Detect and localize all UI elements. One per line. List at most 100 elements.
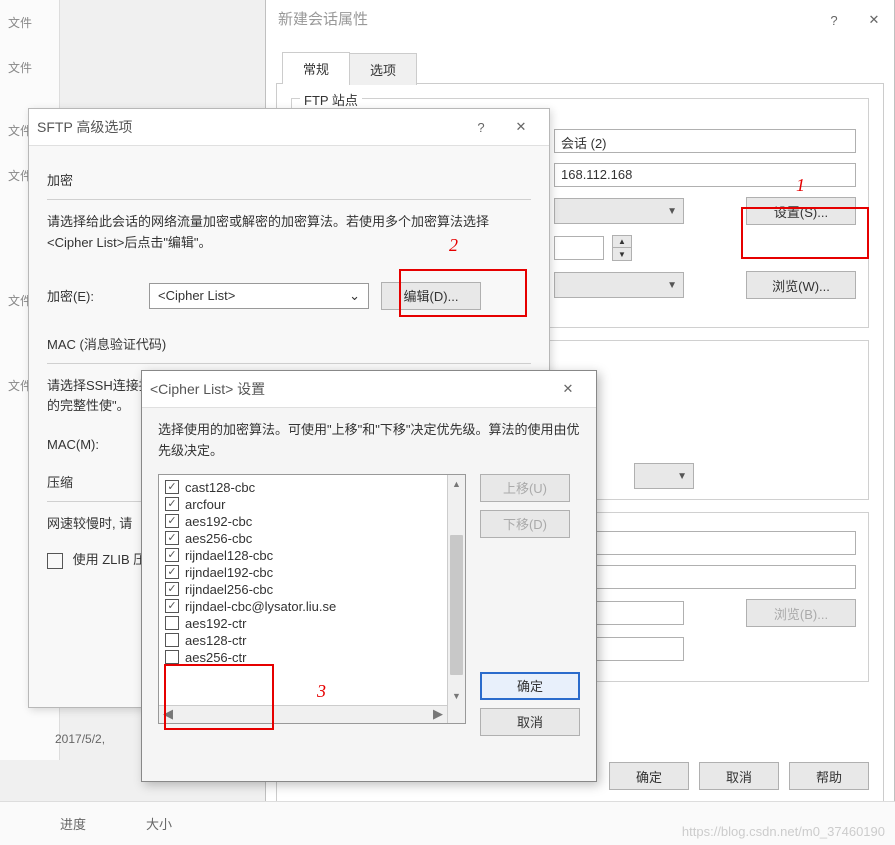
checkbox-icon[interactable]: ✓ <box>165 531 179 545</box>
ok-button[interactable]: 确定 <box>609 762 689 790</box>
close-icon[interactable]: ✕ <box>501 115 541 139</box>
annotation-label-1: 1 <box>796 175 805 196</box>
mac-section-title: MAC (消息验证代码) <box>47 334 531 353</box>
zlib-checkbox[interactable] <box>47 553 63 569</box>
dialog-title: SFTP 高级选项 <box>37 117 132 137</box>
session-name-input[interactable]: 会话 (2) <box>554 129 856 153</box>
checkbox-icon[interactable] <box>165 633 179 647</box>
help-button[interactable]: 帮助 <box>789 762 869 790</box>
sidebar-item: 文件 <box>0 45 59 90</box>
mac-label: MAC(M): <box>47 437 137 452</box>
cipher-item-label: aes192-ctr <box>185 616 246 631</box>
cipher-item[interactable]: aes192-ctr <box>161 615 445 632</box>
help-icon[interactable]: ? <box>461 115 501 139</box>
status-progress: 进度 <box>60 814 86 833</box>
annotation-label-3: 3 <box>317 681 326 702</box>
cipher-list-dialog: <Cipher List> 设置 ✕ 选择使用的加密算法。可使用"上移"和"下移… <box>141 370 597 782</box>
close-icon[interactable]: ✕ <box>854 8 894 32</box>
cipher-item-label: aes256-ctr <box>185 650 246 665</box>
vertical-scrollbar[interactable]: ▲ ▼ <box>447 475 465 723</box>
cipher-item[interactable]: ✓ aes192-cbc <box>161 513 445 530</box>
scroll-down-icon[interactable]: ▼ <box>448 687 465 705</box>
cipher-combo-value: <Cipher List> <box>158 288 235 303</box>
cipher-item-label: aes256-cbc <box>185 531 252 546</box>
cipher-item-label: arcfour <box>185 497 225 512</box>
sidebar-item: 文件 <box>0 0 59 45</box>
close-icon[interactable]: ✕ <box>548 377 588 401</box>
cipher-item[interactable]: ✓ rijndael256-cbc <box>161 581 445 598</box>
edit-button[interactable]: 编辑(D)... <box>381 282 481 310</box>
help-icon[interactable]: ? <box>814 8 854 32</box>
cipher-item-label: aes192-cbc <box>185 514 252 529</box>
status-size: 大小 <box>146 814 172 833</box>
cipher-item-label: rijndael192-cbc <box>185 565 273 580</box>
cipher-item[interactable]: ✓ rijndael-cbc@lysator.liu.se <box>161 598 445 615</box>
checkbox-icon[interactable]: ✓ <box>165 599 179 613</box>
window-title: 新建会话属性 <box>278 8 368 32</box>
dialog-title: <Cipher List> 设置 <box>150 379 265 399</box>
encrypt-label: 加密(E): <box>47 286 137 305</box>
encrypt-section-title: 加密 <box>47 170 531 189</box>
cipher-item[interactable]: ✓ aes256-cbc <box>161 530 445 547</box>
scroll-up-icon[interactable]: ▲ <box>448 475 465 493</box>
horizontal-scrollbar[interactable]: ◀▶ <box>159 705 447 723</box>
chevron-down-icon: ▼ <box>667 206 677 217</box>
settings-button[interactable]: 设置(S)... <box>746 197 856 225</box>
titlebar[interactable]: SFTP 高级选项 ? ✕ <box>29 109 549 146</box>
titlebar[interactable]: <Cipher List> 设置 ✕ <box>142 371 596 408</box>
date-text: 2017/5/2, <box>55 732 105 746</box>
annotation-label-2: 2 <box>449 235 458 256</box>
cancel-button[interactable]: 取消 <box>699 762 779 790</box>
checkbox-icon[interactable]: ✓ <box>165 497 179 511</box>
tab-options[interactable]: 选项 <box>349 53 417 85</box>
checkbox-icon[interactable] <box>165 650 179 664</box>
chevron-down-icon: ▼ <box>667 280 677 291</box>
scroll-left-icon[interactable]: ◀ <box>163 706 173 722</box>
checkbox-icon[interactable]: ✓ <box>165 548 179 562</box>
protocol-combo[interactable]: ▼ <box>554 198 684 224</box>
cipher-combo[interactable]: <Cipher List> ⌄ <box>149 283 369 309</box>
cipher-listbox[interactable]: ✓ cast128-cbc ✓ arcfour ✓ aes192-cbc ✓ aes256-c… <box>158 474 466 724</box>
cipher-item-label: rijndael-cbc@lysator.liu.se <box>185 599 336 614</box>
scroll-thumb[interactable] <box>450 535 463 675</box>
cancel-button[interactable]: 取消 <box>480 708 580 736</box>
move-up-button[interactable]: 上移(U) <box>480 474 570 502</box>
watermark: https://blog.csdn.net/m0_37460190 <box>682 824 885 839</box>
checkbox-icon[interactable]: ✓ <box>165 514 179 528</box>
spinner-down-icon[interactable]: ▼ <box>613 248 631 260</box>
browse-button[interactable]: 浏览(W)... <box>746 271 856 299</box>
checkbox-icon[interactable]: ✓ <box>165 480 179 494</box>
spinner-up-icon[interactable]: ▲ <box>613 236 631 248</box>
port-input[interactable] <box>554 236 604 260</box>
ok-button[interactable]: 确定 <box>480 672 580 700</box>
chevron-down-icon: ▼ <box>677 471 687 482</box>
cipher-item[interactable]: aes128-ctr <box>161 632 445 649</box>
checkbox-icon[interactable] <box>165 616 179 630</box>
tabs: 常规 选项 <box>266 40 894 84</box>
move-down-button[interactable]: 下移(D) <box>480 510 570 538</box>
browse-button-2[interactable]: 浏览(B)... <box>746 599 856 627</box>
checkbox-icon[interactable]: ✓ <box>165 582 179 596</box>
host-input[interactable]: 168.112.168 <box>554 163 856 187</box>
cipher-item-label: rijndael256-cbc <box>185 582 273 597</box>
cipher-item[interactable]: ✓ rijndael192-cbc <box>161 564 445 581</box>
cipher-item[interactable]: ✓ cast128-cbc <box>161 479 445 496</box>
scroll-right-icon[interactable]: ▶ <box>433 706 443 722</box>
auth-combo[interactable]: ▼ <box>634 463 694 489</box>
tab-general[interactable]: 常规 <box>282 52 350 84</box>
field1[interactable] <box>554 531 856 555</box>
checkbox-icon[interactable]: ✓ <box>165 565 179 579</box>
cipher-item-label: rijndael128-cbc <box>185 548 273 563</box>
field2[interactable] <box>554 565 856 589</box>
cipher-item[interactable]: ✓ rijndael128-cbc <box>161 547 445 564</box>
cipher-item-label: cast128-cbc <box>185 480 255 495</box>
encrypt-description: 请选择给此会话的网络流量加密或解密的加密算法。若使用多个加密算法选择<Ciphe… <box>47 212 531 254</box>
cipher-item[interactable]: ✓ arcfour <box>161 496 445 513</box>
port-spinner[interactable]: ▲▼ <box>612 235 632 261</box>
chevron-down-icon: ⌄ <box>349 288 360 304</box>
cipher-description: 选择使用的加密算法。可使用"上移"和"下移"决定优先级。算法的使用由优先级决定。 <box>158 420 580 462</box>
firewall-combo[interactable]: ▼ <box>554 272 684 298</box>
titlebar: 新建会话属性 ? ✕ <box>266 0 894 40</box>
cipher-item[interactable]: aes256-ctr <box>161 649 445 666</box>
cipher-item-label: aes128-ctr <box>185 633 246 648</box>
